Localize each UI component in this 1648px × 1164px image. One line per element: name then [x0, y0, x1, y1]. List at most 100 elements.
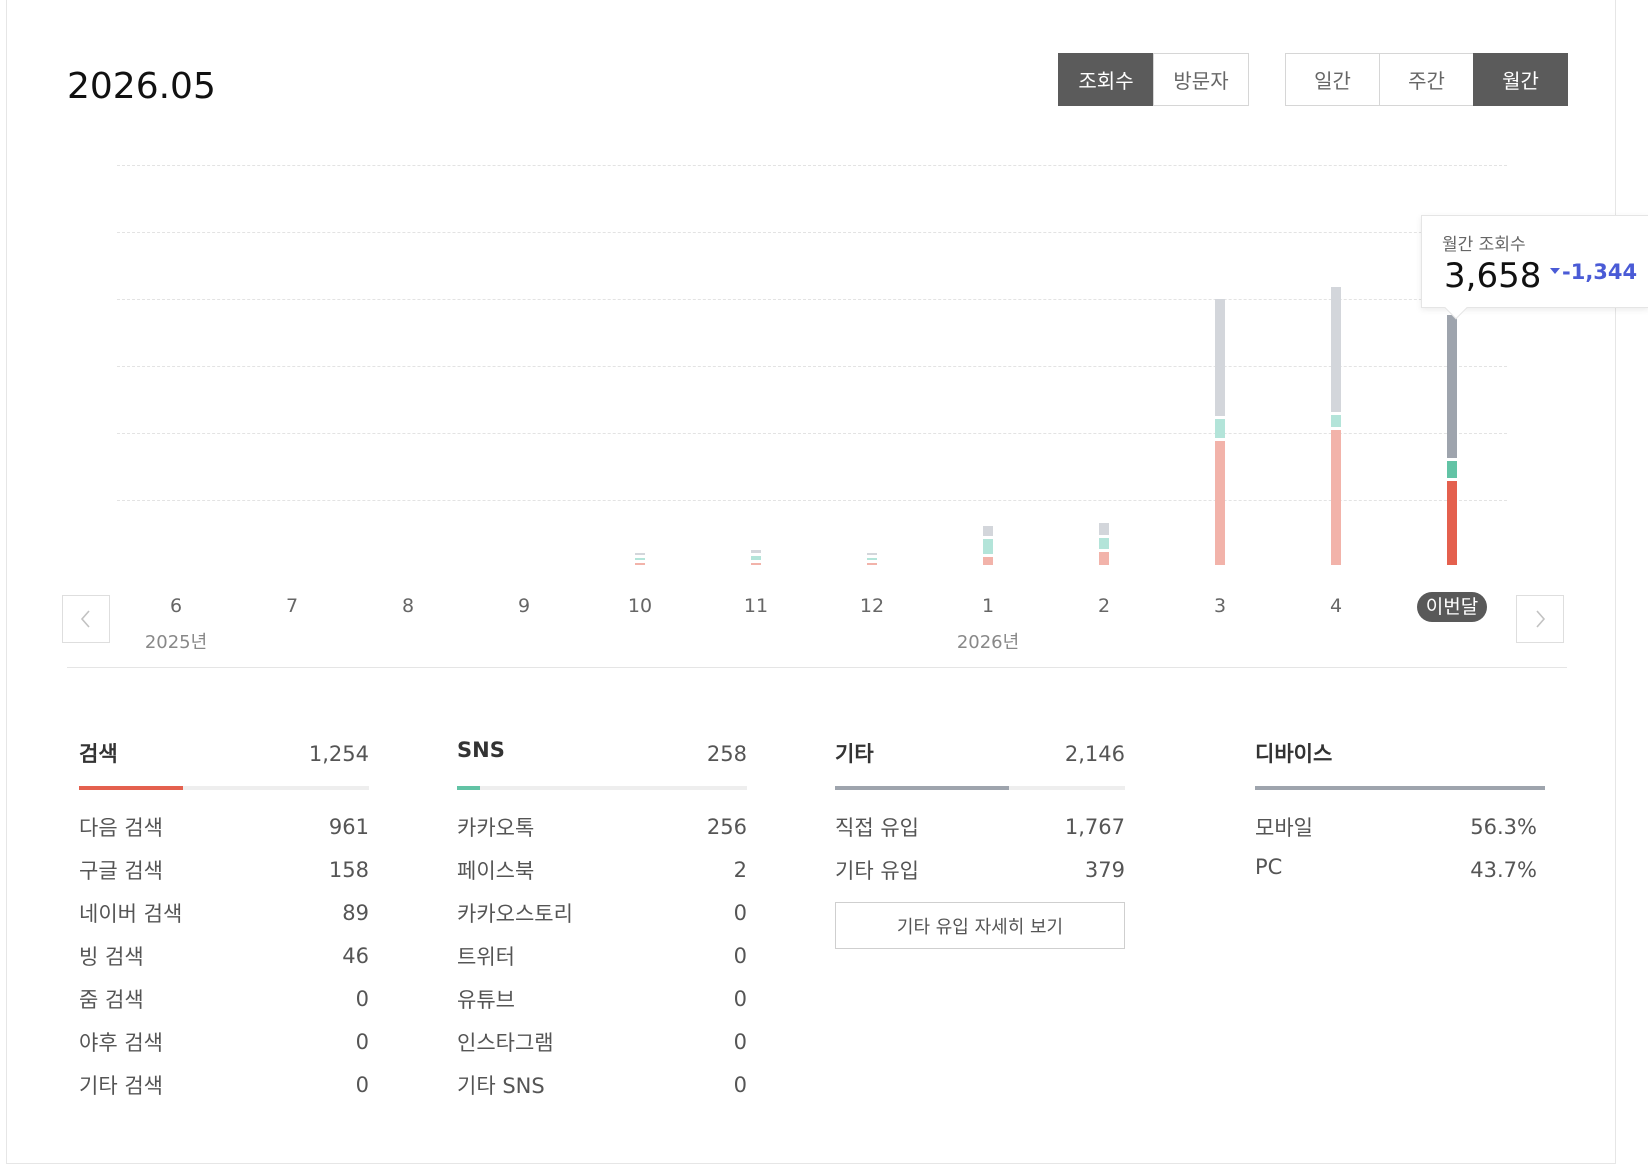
bar-segment: [983, 557, 993, 565]
item-label: 카카오스토리: [457, 902, 573, 926]
item-value: 961: [328, 815, 369, 839]
other-inflow-detail-button[interactable]: 기타 유입 자세히 보기: [835, 902, 1125, 949]
next-arrow-button[interactable]: [1516, 595, 1564, 643]
list-item: 인스타그램 0: [457, 1027, 747, 1070]
divider: [67, 667, 1567, 668]
x-tick-label: 7: [285, 595, 299, 617]
bar-segment: [1447, 461, 1457, 479]
gridline: [117, 366, 1507, 367]
item-value: 1,767: [1064, 815, 1125, 839]
section-sns: SNS 258 카카오톡 256 페이스북 2 카카오스토리 0 트위터 0 유튜브 0 인스타그램…: [457, 738, 747, 1113]
ratio-bar: [79, 786, 369, 790]
bar-segment: [635, 563, 645, 565]
list-item: 기타 유입 379: [835, 855, 1125, 898]
ratio-fill: [835, 786, 1009, 790]
item-label: 기타 유입: [835, 859, 919, 883]
item-value: 0: [355, 1073, 369, 1097]
bar-segment: [983, 525, 993, 536]
list-item: 다음 검색 961: [79, 812, 369, 855]
tab-visitors[interactable]: 방문자: [1153, 53, 1249, 106]
metric-toggle: 조회수 방문자: [1058, 53, 1249, 106]
bar-segment: [1099, 523, 1109, 535]
gridline: [117, 232, 1507, 233]
source-list: 직접 유입 1,767 기타 유입 379: [835, 812, 1125, 898]
item-label: 네이버 검색: [79, 902, 183, 926]
item-label: 카카오톡: [457, 816, 535, 840]
section-title: 기타: [835, 742, 874, 766]
item-value: 0: [733, 901, 747, 925]
tab-daily[interactable]: 일간: [1285, 53, 1380, 106]
interval-toggle: 일간 주간 월간: [1285, 53, 1568, 106]
bar-segment: [1215, 299, 1225, 416]
item-label: 다음 검색: [79, 816, 163, 840]
item-value: 0: [733, 1030, 747, 1054]
bar-segment: [1331, 430, 1341, 565]
x-tick-label: 11: [743, 595, 769, 617]
source-list: 다음 검색 961 구글 검색 158 네이버 검색 89 빙 검색 46 줌 검색 0 야후 검색…: [79, 812, 369, 1113]
gridline: [117, 299, 1507, 300]
list-item: 네이버 검색 89: [79, 898, 369, 941]
bar-segment: [635, 553, 645, 555]
bar-segment: [1099, 551, 1109, 565]
item-label: PC: [1255, 855, 1283, 879]
item-label: 기타 검색: [79, 1074, 163, 1098]
chevron-right-icon: [1536, 610, 1546, 628]
x-tick-label: 6: [169, 595, 183, 617]
ratio-bar: [1255, 786, 1545, 790]
item-label: 기타 SNS: [457, 1074, 545, 1098]
x-tick-label: 3: [1213, 595, 1227, 617]
tooltip-value: 3,658: [1444, 256, 1542, 296]
x-tick-label: 9: [517, 595, 531, 617]
gridline: [117, 165, 1507, 166]
x-tick-label: 2: [1097, 595, 1111, 617]
item-value: 0: [733, 1073, 747, 1097]
x-tick-label: 1: [981, 595, 995, 617]
bar-segment: [867, 558, 877, 560]
ratio-fill: [79, 786, 184, 790]
bar-segment: [1331, 414, 1341, 428]
bar-segment: [867, 553, 877, 555]
bar-segment: [1099, 538, 1109, 549]
source-list: 카카오톡 256 페이스북 2 카카오스토리 0 트위터 0 유튜브 0 인스타그램 0 기타 SNS 0: [457, 812, 747, 1113]
section-other: 기타 2,146 직접 유입 1,767 기타 유입 379 기타 유입 자세히 보기: [835, 738, 1125, 949]
year-label: 2025년: [144, 632, 208, 653]
bar-segment: [1447, 315, 1457, 459]
page-title: 2026.05: [67, 66, 216, 107]
bar-segment: [983, 538, 993, 554]
bar-segment: [751, 549, 761, 553]
item-value: 0: [733, 987, 747, 1011]
list-item: 기타 검색 0: [79, 1070, 369, 1113]
bar-segment: [1215, 418, 1225, 438]
section-device: 디바이스 모바일 56.3% PC 43.7%: [1255, 738, 1545, 898]
item-label: 유튜브: [457, 988, 515, 1012]
list-item: 카카오스토리 0: [457, 898, 747, 941]
item-label: 야후 검색: [79, 1031, 163, 1055]
item-value: 43.7%: [1470, 858, 1537, 882]
ratio-bar: [835, 786, 1125, 790]
item-label: 트위터: [457, 945, 515, 969]
tab-monthly[interactable]: 월간: [1473, 53, 1568, 106]
item-value: 0: [355, 1030, 369, 1054]
item-value: 2: [733, 858, 747, 882]
gridline: [117, 433, 1507, 434]
x-tick-label[interactable]: 이번달: [1417, 592, 1487, 622]
section-title: 검색: [79, 742, 118, 766]
bar-segment: [1215, 441, 1225, 565]
chevron-left-icon: [80, 610, 90, 628]
item-label: 구글 검색: [79, 859, 163, 883]
tab-weekly[interactable]: 주간: [1379, 53, 1474, 106]
list-item: 기타 SNS 0: [457, 1070, 747, 1113]
item-label: 빙 검색: [79, 945, 144, 969]
prev-arrow-button[interactable]: [62, 595, 110, 643]
tab-views[interactable]: 조회수: [1058, 53, 1154, 106]
bar-segment: [867, 563, 877, 565]
item-value: 0: [355, 987, 369, 1011]
stats-panel: 2026.05 조회수 방문자 일간 주간 월간 6 7 8 9 10 11 12 1 2 3 4 이…: [6, 0, 1648, 1164]
list-item: 트위터 0: [457, 941, 747, 984]
item-label: 모바일: [1255, 816, 1313, 840]
list-item: 유튜브 0: [457, 984, 747, 1027]
item-value: 158: [328, 858, 369, 882]
ratio-bar: [457, 786, 747, 790]
item-label: 페이스북: [457, 859, 535, 883]
tooltip-label: 월간 조회수: [1442, 235, 1526, 255]
